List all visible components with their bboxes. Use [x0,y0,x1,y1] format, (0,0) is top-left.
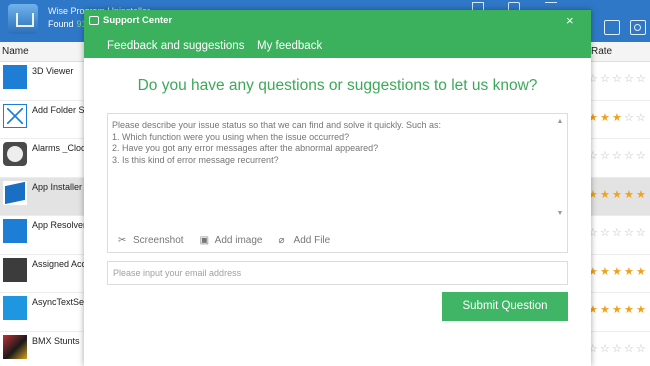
star-icon[interactable]: ☆ [636,226,648,239]
star-icon[interactable]: ★ [636,303,648,316]
star-icon[interactable]: ☆ [624,226,636,239]
submit-question-button[interactable]: Submit Question [442,292,568,321]
star-icon[interactable]: ☆ [636,72,648,85]
dialog-heading: Do you have any questions or suggestions… [137,77,538,94]
star-icon[interactable]: ★ [636,265,648,278]
app-logo-icon [8,4,38,34]
star-icon[interactable]: ★ [612,265,624,278]
star-icon[interactable]: ★ [624,303,636,316]
email-field[interactable] [107,261,568,285]
star-icon[interactable]: ★ [624,265,636,278]
star-icon[interactable]: ☆ [612,226,624,239]
attachment-bar: ✂ Screenshot ▣ Add image ⌀ Add File [118,234,343,248]
rating-stars[interactable]: ★ ★ ★ ★ ★ [588,303,648,316]
found-label: Found [48,19,74,29]
support-icon [89,16,99,25]
rating-stars[interactable]: ★ ★ ★ ★ ★ [588,188,648,201]
clock-icon [3,142,27,166]
app-installer-icon [3,180,27,205]
add-image-button[interactable]: ▣ Add image [200,235,263,246]
star-icon[interactable]: ★ [612,303,624,316]
tab-feedback-and-suggestions[interactable]: Feedback and suggestions [107,40,244,52]
star-icon[interactable]: ☆ [624,72,636,85]
star-icon[interactable]: ★ [612,188,624,201]
assigned-access-icon [3,257,27,282]
dialog-title: Support Center [103,15,173,26]
star-icon[interactable]: ☆ [612,72,624,85]
star-icon[interactable]: ☆ [600,72,612,85]
star-icon[interactable]: ☆ [600,226,612,239]
program-name: BMX Stunts [32,335,80,346]
program-name: Add Folder Suggestions [32,104,86,115]
rating-stars[interactable]: ☆ ☆ ☆ ☆ ☆ [588,226,648,239]
star-icon[interactable]: ★ [624,188,636,201]
camera-icon[interactable] [630,20,646,35]
star-icon[interactable]: ☆ [612,149,624,162]
app-resolver-icon [3,219,27,243]
star-icon[interactable]: ☆ [624,149,636,162]
program-name: AsyncTextService [32,297,86,307]
program-name: Assigned Access [32,258,86,269]
scroll-up-icon[interactable]: ▲ [555,118,565,126]
column-name[interactable]: Name [2,46,29,57]
scissors-icon: ✂ [118,235,127,246]
support-center-dialog: Support Center × Feedback and suggestion… [84,10,591,366]
star-icon[interactable]: ☆ [612,342,624,355]
column-rate[interactable]: Rate [591,46,612,57]
found-status: Found 91 [48,19,87,29]
rating-stars[interactable]: ☆ ☆ ☆ ☆ ☆ [588,342,648,355]
star-icon[interactable]: ☆ [624,342,636,355]
star-icon[interactable]: ★ [600,188,612,201]
dialog-titlebar: Support Center × [84,10,591,32]
add-file-label: Add File [293,235,331,246]
paperclip-icon: ⌀ [278,235,285,246]
async-text-icon [3,296,27,320]
screenshot-button[interactable]: ✂ Screenshot [118,235,184,246]
message-box: ▲ ▼ ✂ Screenshot ▣ Add image ⌀ Add File [107,113,568,253]
view-toggle-icon[interactable] [604,20,620,35]
message-textarea[interactable] [112,120,552,220]
star-icon[interactable]: ☆ [636,111,648,124]
program-name: 3D Viewer [32,66,74,76]
game-icon [3,334,27,359]
star-icon[interactable]: ★ [612,111,624,124]
star-icon[interactable]: ☆ [600,342,612,355]
star-icon[interactable]: ☆ [636,149,648,162]
star-icon[interactable]: ★ [600,111,612,124]
screenshot-label: Screenshot [133,235,184,246]
tab-my-feedback[interactable]: My feedback [257,40,322,52]
3d-viewer-icon [3,65,27,89]
program-name: Alarms _Clock [32,143,86,153]
star-icon[interactable]: ★ [636,188,648,201]
star-icon[interactable]: ☆ [624,111,636,124]
dialog-tabs: Feedback and suggestions My feedback [84,32,591,58]
scroll-down-icon[interactable]: ▼ [555,210,565,218]
rating-stars[interactable]: ★ ★ ★ ★ ★ [588,265,648,278]
rating-stars[interactable]: ★ ★ ★ ☆ ☆ [588,111,648,124]
add-folder-icon [3,103,27,128]
star-icon[interactable]: ☆ [600,149,612,162]
star-icon[interactable]: ★ [600,303,612,316]
program-name: App Resolver [32,220,86,230]
rating-stars[interactable]: ☆ ☆ ☆ ☆ ☆ [588,72,648,85]
star-icon[interactable]: ★ [600,265,612,278]
rating-stars[interactable]: ☆ ☆ ☆ ☆ ☆ [588,149,648,162]
add-image-label: Add image [214,235,263,246]
close-button[interactable]: × [566,13,574,28]
program-name: App Installer [32,181,83,192]
image-icon: ▣ [199,235,210,246]
star-icon[interactable]: ☆ [636,342,648,355]
add-file-button[interactable]: ⌀ Add File [279,235,331,246]
